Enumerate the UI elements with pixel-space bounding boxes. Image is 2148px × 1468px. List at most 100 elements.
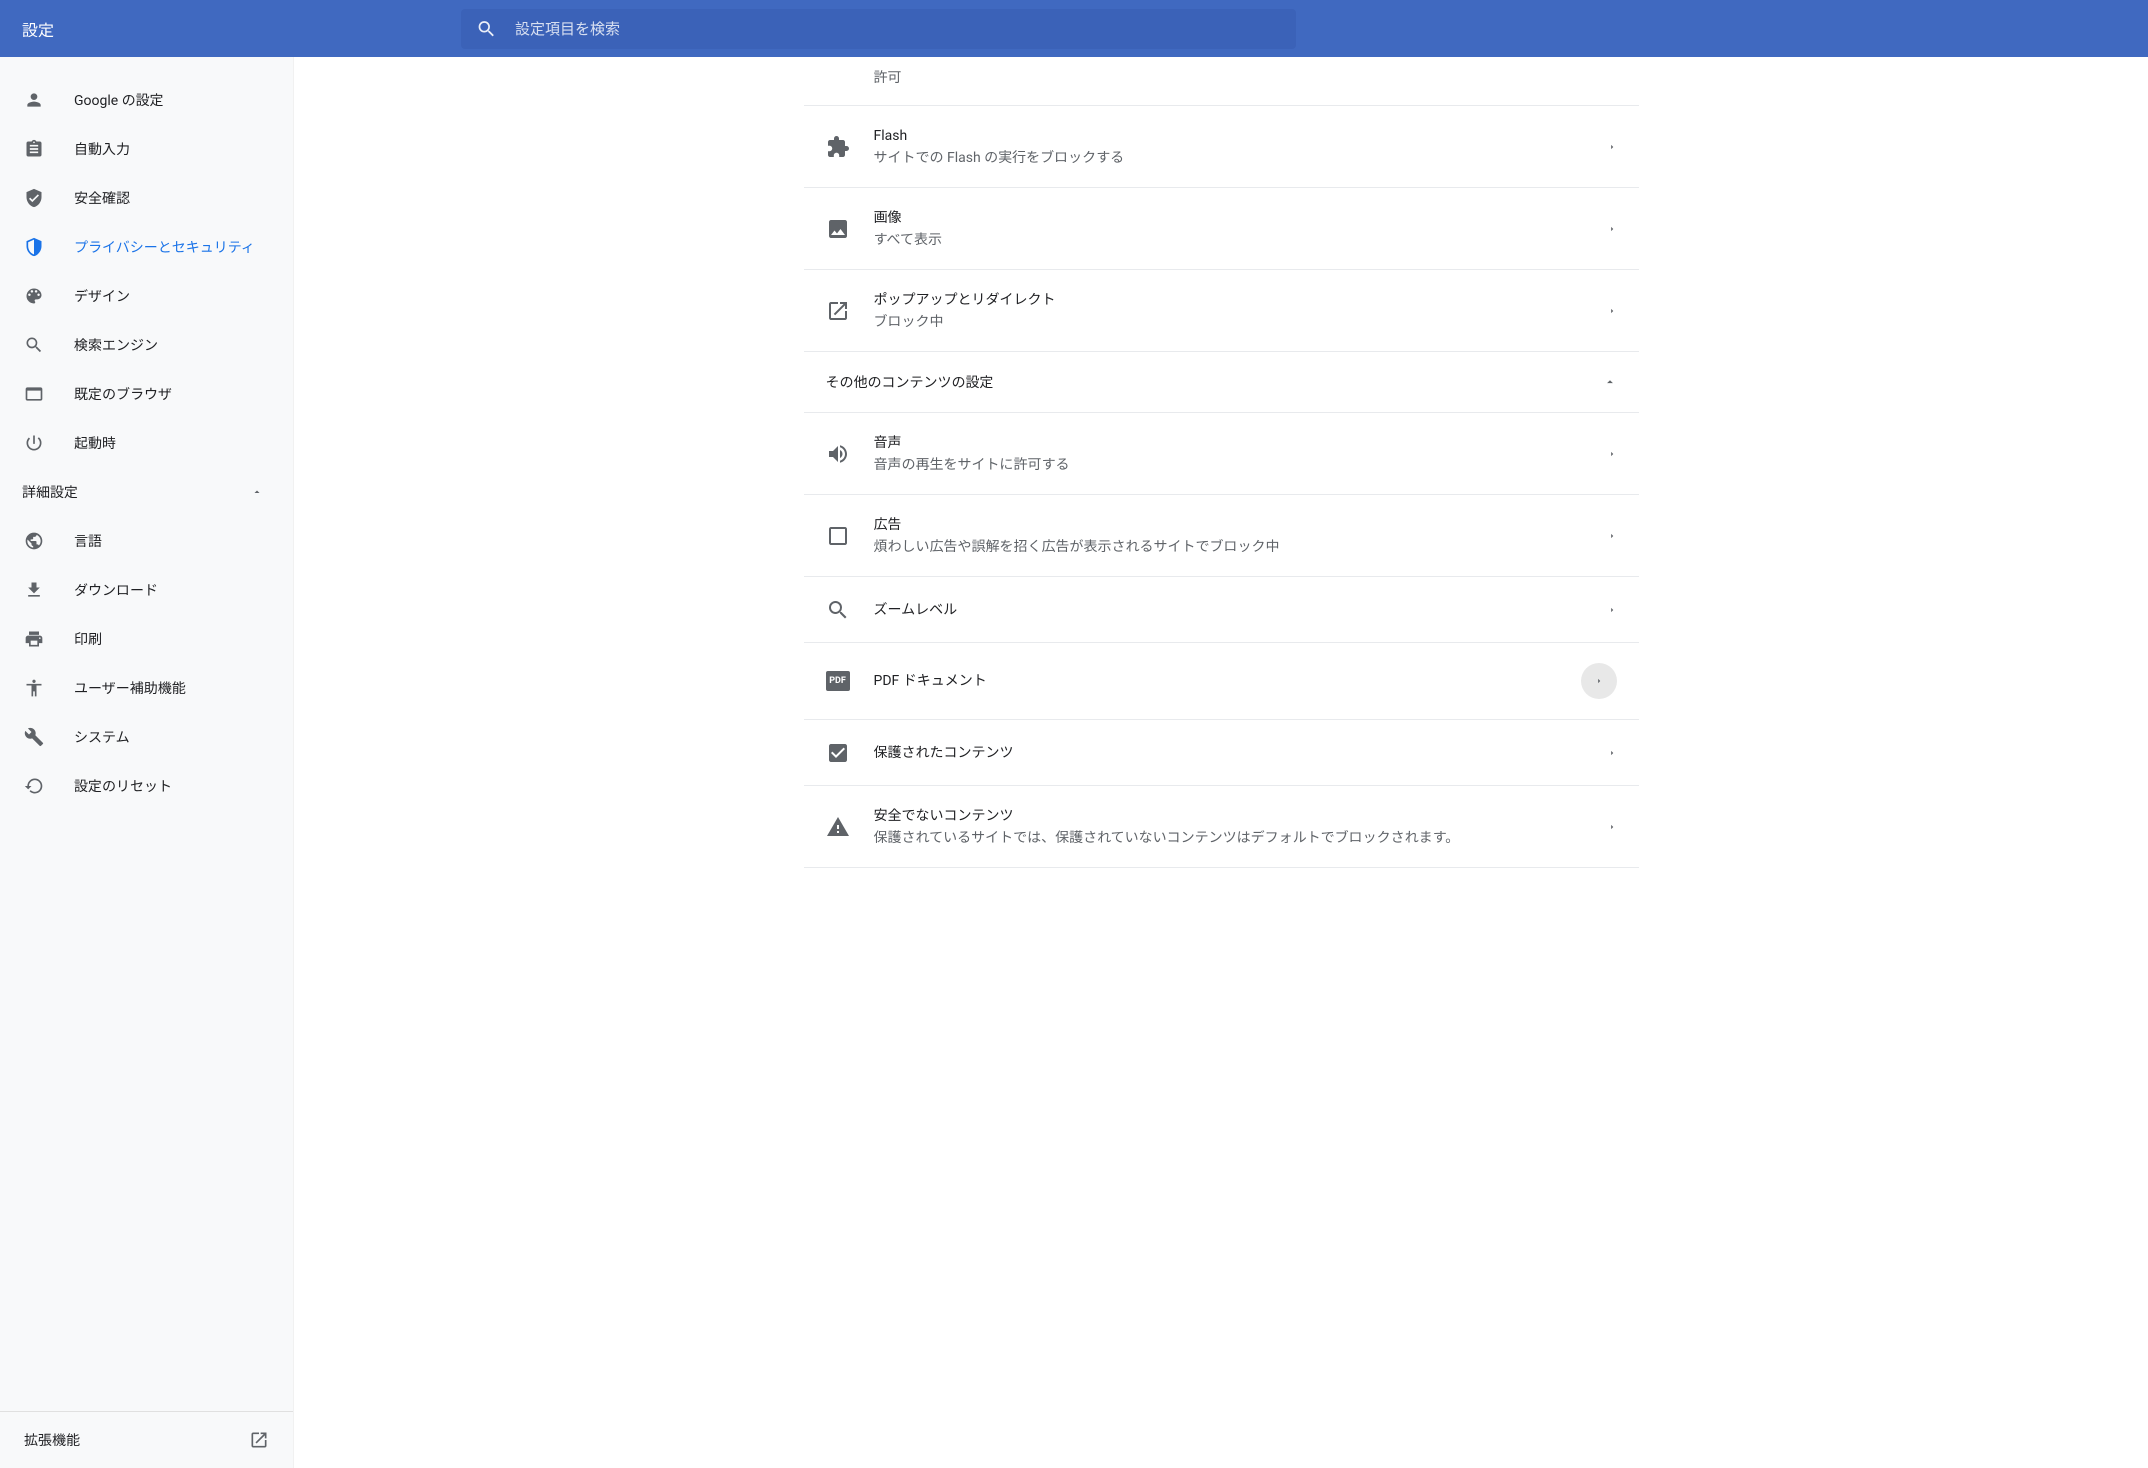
row-title: PDF ドキュメント [874,671,1581,691]
row-texts: PDF ドキュメント [874,671,1581,691]
chevron-right-icon [1607,748,1617,758]
extensions-label: 拡張機能 [24,1430,80,1450]
sidebar-advanced-header[interactable]: 詳細設定 [0,467,293,516]
row-subtitle: すべて表示 [874,231,1607,249]
sidebar-item-label: 検索エンジン [74,335,158,355]
search-input[interactable] [515,21,1281,38]
sidebar-item-safety[interactable]: 安全確認 [0,173,293,222]
restore-icon [24,776,44,796]
row-subtitle: 煩わしい広告や誤解を招く広告が表示されるサイトでブロック中 [874,538,1607,556]
sidebar-item-startup[interactable]: 起動時 [0,418,293,467]
sidebar-item-label: プライバシーとセキュリティ [74,237,255,257]
download-icon [24,580,44,600]
chevron-right-icon [1607,822,1617,832]
header-search-wrapper [461,0,2148,57]
search-icon [476,18,497,40]
sidebar-extensions[interactable]: 拡張機能 [0,1411,293,1468]
external-link-icon [249,1430,269,1450]
sidebar-item-search-engine[interactable]: 検索エンジン [0,320,293,369]
section-title: その他のコンテンツの設定 [826,372,994,392]
row-texts: 画像 すべて表示 [874,208,1607,249]
clipboard-icon [24,139,44,159]
row-subtitle: サイトでの Flash の実行をブロックする [874,149,1607,167]
zoom-icon [826,598,850,622]
sidebar-item-language[interactable]: 言語 [0,516,293,565]
sidebar-item-label: 自動入力 [74,139,130,159]
row-title: 安全でないコンテンツ [874,806,1607,826]
sidebar-item-default-browser[interactable]: 既定のブラウザ [0,369,293,418]
print-icon [24,629,44,649]
sidebar-item-autofill[interactable]: 自動入力 [0,124,293,173]
power-icon [24,433,44,453]
pdf-icon: PDF [826,671,850,691]
row-insecure[interactable]: 安全でないコンテンツ 保護されているサイトでは、保護されていないコンテンツはデフ… [804,786,1639,868]
puzzle-icon [826,135,850,159]
palette-icon [24,286,44,306]
chevron-right-icon [1581,663,1617,699]
sidebar-item-reset[interactable]: 設定のリセット [0,761,293,810]
partial-row-subtitle: 許可 [804,57,1639,106]
globe-icon [24,531,44,551]
advanced-label: 詳細設定 [22,482,78,502]
row-subtitle: 音声の再生をサイトに許可する [874,456,1607,474]
shield-icon [24,237,44,257]
sidebar-item-print[interactable]: 印刷 [0,614,293,663]
wrench-icon [24,727,44,747]
sidebar-item-label: 安全確認 [74,188,130,208]
row-subtitle: 保護されているサイトでは、保護されていないコンテンツはデフォルトでブロックされま… [874,829,1607,847]
row-texts: 音声 音声の再生をサイトに許可する [874,433,1607,474]
chevron-up-icon [251,486,263,498]
warning-icon [826,815,850,839]
row-flash[interactable]: Flash サイトでの Flash の実行をブロックする [804,106,1639,188]
row-texts: Flash サイトでの Flash の実行をブロックする [874,126,1607,167]
sidebar-item-privacy[interactable]: プライバシーとセキュリティ [0,222,293,271]
sidebar-item-google[interactable]: Google の設定 [0,75,293,124]
sidebar-item-label: 既定のブラウザ [74,384,172,404]
chevron-right-icon [1607,142,1617,152]
row-title: 音声 [874,433,1607,453]
row-zoom[interactable]: ズームレベル [804,577,1639,643]
search-bar[interactable] [461,9,1296,49]
shield-check-icon [24,188,44,208]
person-icon [24,90,44,110]
row-pdf[interactable]: PDF PDF ドキュメント [804,643,1639,720]
row-subtitle: ブロック中 [874,313,1607,331]
chevron-right-icon [1607,306,1617,316]
row-texts: 保護されたコンテンツ [874,743,1607,763]
sidebar-item-label: Google の設定 [74,90,164,110]
sidebar-item-download[interactable]: ダウンロード [0,565,293,614]
popup-icon [826,299,850,323]
sound-icon [826,442,850,466]
chevron-right-icon [1607,605,1617,615]
main-content: 許可 Flash サイトでの Flash の実行をブロックする 画像 すべて表示 [294,57,2148,1468]
search-icon [24,335,44,355]
header: 設定 [0,0,2148,57]
sidebar-item-accessibility[interactable]: ユーザー補助機能 [0,663,293,712]
chevron-right-icon [1607,449,1617,459]
sidebar-item-label: 印刷 [74,629,102,649]
row-texts: 広告 煩わしい広告や誤解を招く広告が表示されるサイトでブロック中 [874,515,1607,556]
accessibility-icon [24,678,44,698]
chevron-right-icon [1607,224,1617,234]
row-images[interactable]: 画像 すべて表示 [804,188,1639,270]
protected-icon [826,741,850,765]
row-title: ポップアップとリダイレクト [874,290,1607,310]
sidebar-item-label: ダウンロード [74,580,158,600]
row-title: Flash [874,126,1607,146]
sidebar-item-label: 言語 [74,531,102,551]
sidebar-item-label: ユーザー補助機能 [74,678,186,698]
sidebar-item-design[interactable]: デザイン [0,271,293,320]
chevron-up-icon [1603,375,1617,389]
row-title: 広告 [874,515,1607,535]
row-popups[interactable]: ポップアップとリダイレクト ブロック中 [804,270,1639,352]
image-icon [826,217,850,241]
row-sound[interactable]: 音声 音声の再生をサイトに許可する [804,413,1639,495]
row-ads[interactable]: 広告 煩わしい広告や誤解を招く広告が表示されるサイトでブロック中 [804,495,1639,577]
row-texts: ズームレベル [874,600,1607,620]
sidebar-item-label: 設定のリセット [74,776,172,796]
sidebar-item-system[interactable]: システム [0,712,293,761]
section-other-content[interactable]: その他のコンテンツの設定 [804,352,1639,413]
row-protected[interactable]: 保護されたコンテンツ [804,720,1639,786]
chevron-right-icon [1607,531,1617,541]
ad-icon [826,524,850,548]
